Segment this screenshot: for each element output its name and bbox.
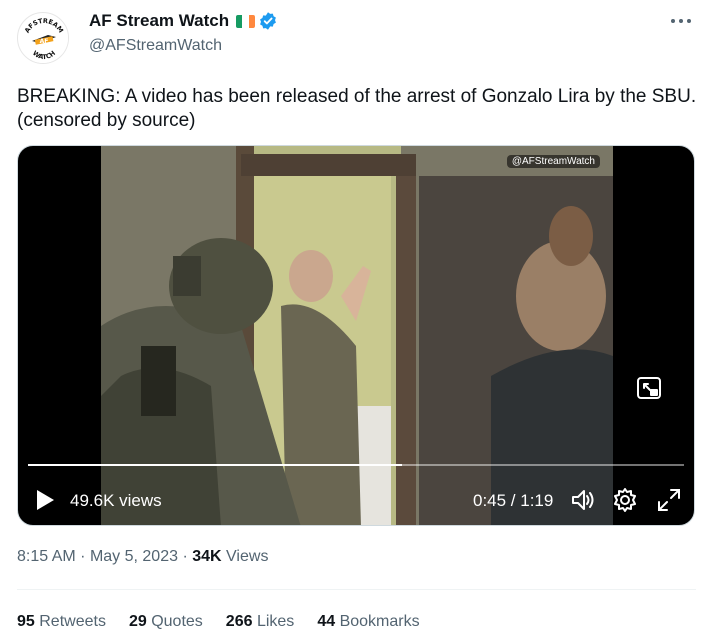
video-frame: [101, 146, 613, 525]
video-watermark: @AFStreamWatch: [506, 155, 600, 168]
tweet-header: AFSTREAM WATCH AF AF Stream Watch @AFStr…: [17, 8, 697, 64]
verified-badge-icon[interactable]: [258, 11, 278, 31]
volume-icon[interactable]: [570, 487, 596, 513]
tweet-stats: 95 Retweets 29 Quotes 266 Likes 44 Bookm…: [17, 613, 443, 631]
picture-in-picture-icon: [637, 377, 661, 399]
tweet-time[interactable]: 8:15 AM: [17, 548, 76, 565]
video-views: 49.6K views: [70, 491, 162, 510]
video-time: 0:45 / 1:19: [473, 491, 554, 510]
likes-stat[interactable]: 266 Likes: [226, 613, 295, 631]
avatar[interactable]: AFSTREAM WATCH AF: [17, 12, 69, 64]
video-progress-fill: [28, 464, 402, 466]
bookmarks-stat[interactable]: 44 Bookmarks: [317, 613, 419, 631]
quotes-stat[interactable]: 29 Quotes: [129, 613, 203, 631]
separator-dot: ·: [182, 548, 193, 565]
views-label: Views: [226, 548, 269, 565]
separator-dot: ·: [80, 548, 90, 565]
user-handle[interactable]: @AFStreamWatch: [89, 37, 278, 55]
play-icon[interactable]: [34, 488, 56, 512]
video-progress-bar[interactable]: [28, 464, 684, 466]
views-count: 34K: [192, 548, 222, 565]
more-horizontal-icon[interactable]: [669, 12, 693, 30]
svg-text:AF: AF: [40, 38, 49, 45]
video-player[interactable]: @AFStreamWatch 49.6K views 0:45 / 1:19: [17, 145, 695, 526]
ireland-flag-icon: [236, 14, 256, 28]
tweet-meta: 8:15 AM · May 5, 2023 · 34K Views: [17, 548, 268, 566]
tweet-text: BREAKING: A video has been released of t…: [17, 86, 697, 131]
divider: [17, 589, 696, 590]
video-controls: 49.6K views 0:45 / 1:19: [18, 482, 694, 518]
retweets-stat[interactable]: 95 Retweets: [17, 613, 106, 631]
gear-icon[interactable]: [612, 487, 638, 513]
expand-icon[interactable]: [656, 487, 682, 513]
picture-in-picture-button[interactable]: [625, 364, 673, 412]
display-name[interactable]: AF Stream Watch: [89, 11, 229, 31]
tweet-date[interactable]: May 5, 2023: [90, 548, 178, 565]
